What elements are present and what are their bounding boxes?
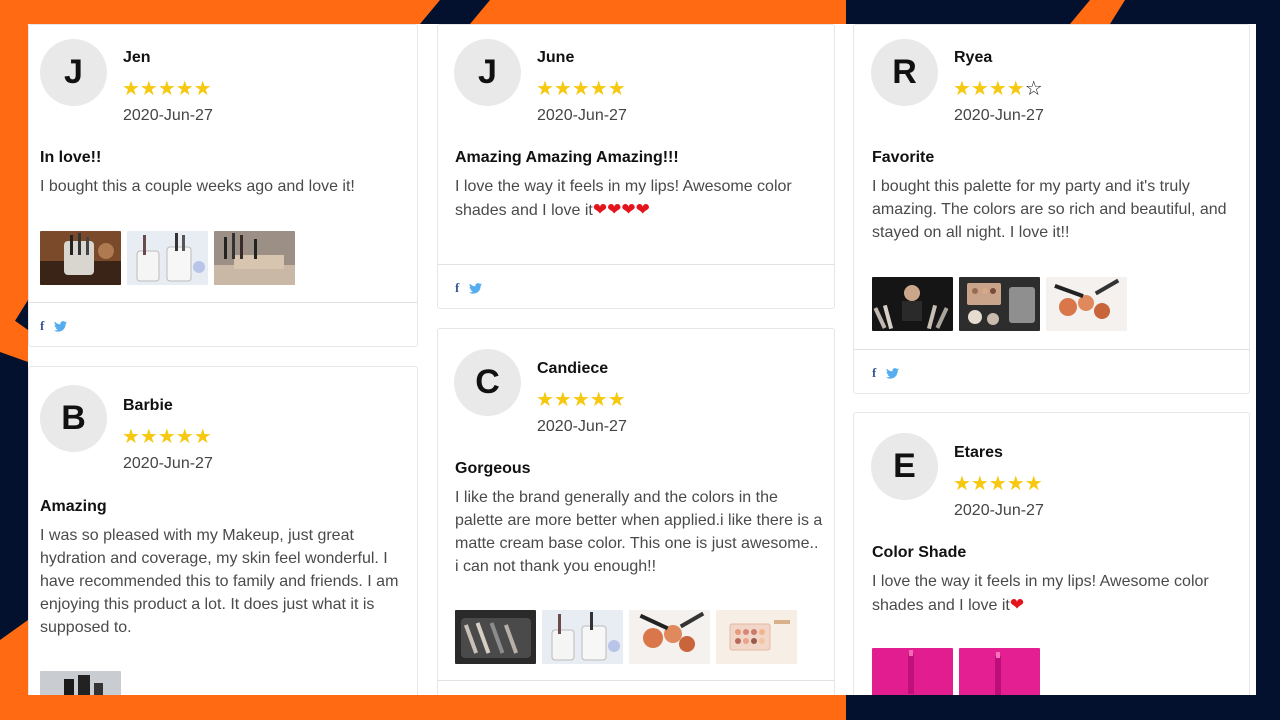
share-bar: f [854,349,1249,393]
review-header: B Barbie ★★★★★ 2020-Jun-27 [29,367,417,491]
empty-star-icon: ☆ [1024,78,1043,100]
review-body: I love the way it feels in my lips! Awes… [455,175,825,222]
review-photos [40,231,295,285]
star-rating: ★★★★★ [122,425,212,449]
twitter-icon[interactable] [469,282,483,294]
review-photo[interactable] [40,671,121,695]
review-title: Amazing [40,498,107,515]
review-body: I was so pleased with my Makeup, just gr… [40,524,405,639]
twitter-icon[interactable] [54,320,68,332]
review-photo[interactable] [959,648,1040,695]
review-title: Gorgeous [455,460,531,477]
review-title: Amazing Amazing Amazing!!! [455,149,679,166]
star-icons: ★★★★★ [122,78,212,100]
avatar: B [40,385,107,452]
share-bar [438,680,834,695]
review-header: J June ★★★★★ 2020-Jun-27 [438,25,834,149]
review-body: I bought this palette for my party and i… [872,175,1242,244]
review-card: J June ★★★★★ 2020-Jun-27 Amazing Amazing… [437,24,835,309]
star-icons: ★★★★★ [953,473,1043,495]
review-text: I bought this palette for my party and i… [872,178,1227,241]
review-text: I love the way it feels in my lips! Awes… [872,573,1209,614]
review-text: I like the brand generally and the color… [455,489,823,575]
review-header: E Etares ★★★★★ 2020-Jun-27 [854,413,1249,537]
review-photo[interactable] [872,277,953,331]
review-photo[interactable] [1046,277,1127,331]
share-bar: f [29,302,417,346]
star-icons: ★★★★ [953,78,1025,100]
review-card: R Ryea ★★★★☆ 2020-Jun-27 Favorite I boug… [853,24,1250,394]
star-rating: ★★★★☆ [953,77,1043,101]
review-body: I love the way it feels in my lips! Awes… [872,570,1242,617]
review-date: 2020-Jun-27 [954,502,1044,519]
review-card: B Barbie ★★★★★ 2020-Jun-27 Amazing I was… [28,366,418,695]
star-rating: ★★★★★ [536,77,626,101]
star-rating: ★★★★★ [536,388,626,412]
twitter-icon[interactable] [886,367,900,379]
reviewer-name: Ryea [954,49,993,66]
review-header: J Jen ★★★★★ 2020-Jun-27 [29,25,417,149]
review-header: R Ryea ★★★★☆ 2020-Jun-27 [854,25,1249,149]
avatar: C [454,349,521,416]
review-photo[interactable] [214,231,295,285]
heart-emoji: ❤❤❤❤ [592,200,650,219]
avatar: J [40,39,107,106]
star-icons: ★★★★★ [536,78,626,100]
review-photo[interactable] [127,231,208,285]
review-card: C Candiece ★★★★★ 2020-Jun-27 Gorgeous I … [437,328,835,695]
facebook-icon[interactable]: f [455,280,459,296]
review-title: Color Shade [872,544,967,561]
review-photo[interactable] [40,231,121,285]
review-card: E Etares ★★★★★ 2020-Jun-27 Color Shade I… [853,412,1250,695]
reviewer-name: June [537,49,575,66]
reviewer-name: Barbie [123,397,173,414]
star-icons: ★★★★★ [122,426,212,448]
review-body: I bought this a couple weeks ago and lov… [40,175,410,198]
facebook-icon[interactable]: f [40,318,44,334]
review-photos [40,671,121,695]
review-photo[interactable] [716,610,797,664]
star-rating: ★★★★★ [122,77,212,101]
avatar: J [454,39,521,106]
star-rating: ★★★★★ [953,472,1043,496]
review-header: C Candiece ★★★★★ 2020-Jun-27 [438,329,834,453]
review-body: I like the brand generally and the color… [455,486,825,578]
review-photo[interactable] [542,610,623,664]
review-photo[interactable] [455,610,536,664]
review-title: In love!! [40,149,102,166]
review-title: Favorite [872,149,935,166]
review-photos [872,648,1040,695]
reviewer-name: Candiece [537,360,609,377]
review-photo[interactable] [872,648,953,695]
review-date: 2020-Jun-27 [954,107,1044,124]
star-icons: ★★★★★ [536,389,626,411]
review-card: J Jen ★★★★★ 2020-Jun-27 In love!! I boug… [28,24,418,347]
reviews-grid: J Jen ★★★★★ 2020-Jun-27 In love!! I boug… [28,24,1256,695]
share-bar: f [438,264,834,308]
review-text: I was so pleased with my Makeup, just gr… [40,527,399,636]
review-date: 2020-Jun-27 [537,418,627,435]
reviewer-name: Jen [123,49,151,66]
heart-emoji: ❤ [1009,595,1025,614]
avatar: E [871,433,938,500]
reviewer-name: Etares [954,444,1003,461]
review-date: 2020-Jun-27 [123,455,213,472]
facebook-icon[interactable]: f [872,365,876,381]
review-photos [872,277,1127,331]
review-photos [455,610,797,664]
review-date: 2020-Jun-27 [537,107,627,124]
avatar: R [871,39,938,106]
review-photo[interactable] [629,610,710,664]
review-date: 2020-Jun-27 [123,107,213,124]
review-text: I bought this a couple weeks ago and lov… [40,178,355,195]
review-photo[interactable] [959,277,1040,331]
